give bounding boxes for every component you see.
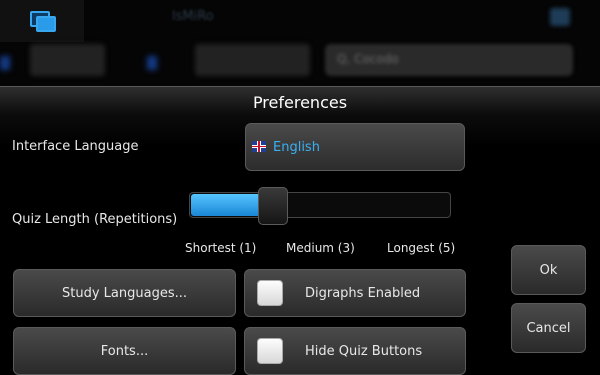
background-button bbox=[195, 44, 310, 76]
background-search-field: Q, Cocodo bbox=[325, 44, 573, 76]
digraphs-enabled-label: Digraphs Enabled bbox=[305, 285, 421, 301]
quiz-length-slider[interactable] bbox=[189, 192, 451, 218]
background-app-icon bbox=[550, 8, 570, 26]
uk-flag-icon bbox=[252, 141, 266, 152]
quiz-length-tick-longest: Longest (5) bbox=[387, 241, 456, 255]
hide-quiz-buttons-checkbox[interactable] bbox=[257, 338, 283, 364]
quiz-length-tick-medium: Medium (3) bbox=[286, 241, 355, 255]
background-app-title: lsMiRo bbox=[172, 9, 214, 24]
quiz-length-slider-handle[interactable] bbox=[258, 187, 288, 225]
background-accent bbox=[147, 56, 157, 70]
preferences-dialog: Preferences Interface Language English Q… bbox=[0, 86, 600, 375]
background-accent bbox=[0, 56, 10, 70]
quiz-length-slider-fill bbox=[191, 194, 261, 216]
interface-language-value: English bbox=[273, 140, 320, 155]
interface-language-select[interactable]: English bbox=[245, 123, 465, 171]
digraphs-enabled-checkbox[interactable] bbox=[257, 280, 283, 306]
digraphs-enabled-toggle[interactable]: Digraphs Enabled bbox=[244, 269, 466, 317]
background-button bbox=[30, 44, 105, 76]
task-switcher-icon[interactable] bbox=[0, 0, 84, 42]
fonts-button[interactable]: Fonts... bbox=[13, 327, 236, 375]
hide-quiz-buttons-label: Hide Quiz Buttons bbox=[305, 343, 423, 359]
cancel-button[interactable]: Cancel bbox=[511, 303, 586, 353]
ok-button[interactable]: Ok bbox=[511, 245, 586, 295]
background-search-placeholder: Q, Cocodo bbox=[337, 52, 399, 66]
hide-quiz-buttons-toggle[interactable]: Hide Quiz Buttons bbox=[244, 327, 466, 375]
study-languages-button[interactable]: Study Languages... bbox=[13, 269, 236, 317]
task-switcher-front-square bbox=[36, 16, 56, 32]
quiz-length-tick-shortest: Shortest (1) bbox=[185, 241, 257, 255]
quiz-length-label: Quiz Length (Repetitions) bbox=[12, 212, 178, 227]
dialog-title: Preferences bbox=[252, 93, 348, 112]
interface-language-label: Interface Language bbox=[12, 139, 139, 154]
background-app: lsMiRo Q, Cocodo bbox=[0, 0, 600, 88]
